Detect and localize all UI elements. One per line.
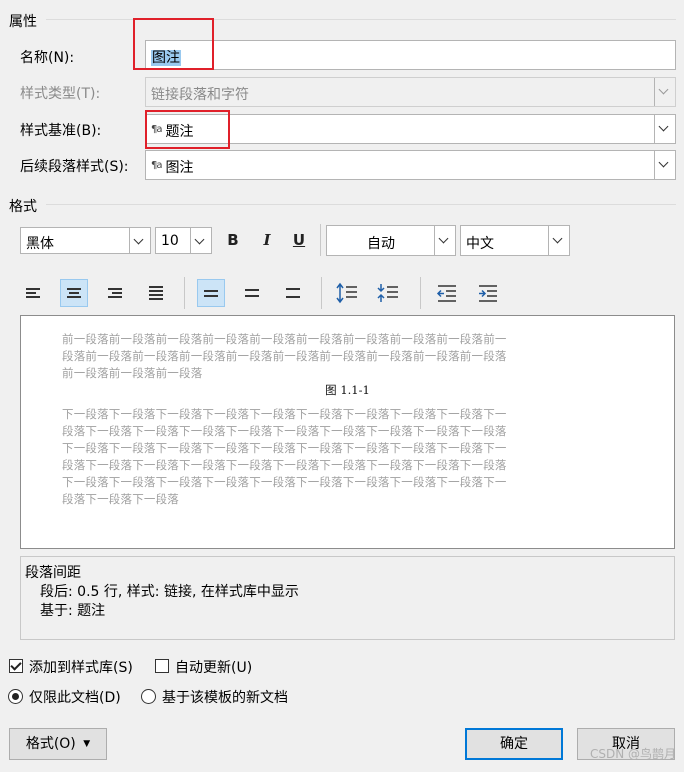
toolbar-separator: [184, 277, 185, 309]
align-center-button[interactable]: [60, 279, 88, 307]
caret-down-icon: ▼: [83, 739, 91, 749]
decrease-para-spacing-icon[interactable]: [374, 279, 402, 307]
format-divider: [46, 204, 676, 205]
name-input[interactable]: 图注: [145, 40, 676, 70]
italic-button[interactable]: I: [254, 227, 280, 253]
preview-previous-line: 段落前一段落前一段落前一段落前一段落前一段落前一段落前一段落前一段落前一段落: [62, 349, 507, 363]
one-half-spacing-button[interactable]: [238, 279, 266, 307]
style-type-label: 样式类型(T):: [20, 86, 101, 102]
preview-next-line: 下一段落下一段落下一段落下一段落下一段落下一段落下一段落下一段落下一段落下一: [62, 475, 507, 489]
double-spacing-button[interactable]: [279, 279, 307, 307]
font-color-dropdown-button[interactable]: [434, 226, 455, 255]
paragraph-style-icon: ¶a: [151, 160, 162, 171]
preview-next-line: 下一段落下一段落下一段落下一段落下一段落下一段落下一段落下一段落下一段落下一: [62, 441, 507, 455]
chevron-down-icon: [194, 234, 205, 245]
watermark-text: CSDN @鸟鹊月: [589, 747, 676, 761]
properties-divider: [46, 19, 676, 20]
next-style-select[interactable]: ¶a 图注: [145, 150, 676, 180]
align-left-button[interactable]: [19, 279, 47, 307]
style-based-select[interactable]: ¶a 题注: [145, 114, 676, 144]
ok-button[interactable]: 确定: [465, 728, 563, 760]
justify-button[interactable]: [142, 279, 170, 307]
font-color-value: 自动: [367, 236, 395, 252]
style-type-select: 链接段落和字符: [145, 77, 676, 107]
add-to-gallery-checkbox[interactable]: [9, 659, 23, 673]
next-style-dropdown-button[interactable]: [654, 151, 675, 179]
chevron-down-icon: [438, 233, 449, 244]
preview-previous-line: 前一段落前一段落前一段落: [62, 366, 203, 380]
description-based-on: 基于: 题注: [40, 603, 106, 619]
new-docs-template-radio[interactable]: [141, 689, 156, 704]
style-description-box: 段落间距 段后: 0.5 行, 样式: 链接, 在样式库中显示 基于: 题注: [20, 556, 675, 640]
format-menu-label: 格式(O): [25, 736, 76, 752]
chevron-down-icon: [552, 233, 563, 244]
font-value: 黑体: [26, 236, 54, 252]
increase-para-spacing-icon[interactable]: [333, 279, 361, 307]
auto-update-label[interactable]: 自动更新(U): [175, 657, 252, 677]
preview-sample-text: 图 1.1-1: [325, 383, 370, 397]
preview-next-line: 下一段落下一段落下一段落下一段落下一段落下一段落下一段落下一段落下一段落下一: [62, 407, 507, 421]
properties-section-title: 属性: [9, 14, 37, 30]
this-doc-only-radio[interactable]: [8, 689, 23, 704]
preview-next-line: 段落下一段落下一段落下一段落下一段落下一段落下一段落下一段落下一段落下一段落: [62, 424, 507, 438]
font-size-value: 10: [161, 233, 179, 249]
underline-button[interactable]: U: [286, 227, 312, 253]
script-dropdown-button[interactable]: [548, 226, 569, 255]
style-type-value: 链接段落和字符: [151, 87, 249, 103]
increase-indent-icon[interactable]: [474, 279, 502, 307]
format-section-title: 格式: [9, 199, 37, 215]
style-based-value: 题注: [165, 124, 194, 140]
font-dropdown-button[interactable]: [129, 228, 150, 253]
decrease-indent-icon[interactable]: [433, 279, 461, 307]
font-size-dropdown-button[interactable]: [190, 228, 211, 253]
toolbar-separator: [420, 277, 421, 309]
style-preview-pane: 前一段落前一段落前一段落前一段落前一段落前一段落前一段落前一段落前一段落前一 段…: [20, 315, 675, 549]
preview-next-line: 段落下一段落下一段落: [62, 492, 179, 506]
preview-previous-line: 前一段落前一段落前一段落前一段落前一段落前一段落前一段落前一段落前一段落前一: [62, 332, 507, 346]
bold-button[interactable]: B: [220, 227, 246, 253]
style-based-label: 样式基准(B):: [20, 123, 102, 139]
add-to-gallery-label[interactable]: 添加到样式库(S): [29, 657, 133, 677]
description-heading: 段落间距: [25, 565, 81, 581]
font-select[interactable]: 黑体: [20, 227, 151, 254]
style-type-dropdown-button: [654, 78, 675, 106]
next-style-value: 图注: [165, 160, 194, 176]
auto-update-checkbox[interactable]: [155, 659, 169, 673]
single-spacing-button[interactable]: [197, 279, 225, 307]
next-style-label: 后续段落样式(S):: [20, 159, 129, 175]
chevron-down-icon: [658, 121, 669, 132]
toolbar-separator: [320, 224, 321, 256]
paragraph-style-icon: ¶a: [151, 124, 162, 135]
chevron-down-icon: [133, 234, 144, 245]
name-label: 名称(N):: [20, 50, 75, 66]
this-doc-only-label[interactable]: 仅限此文档(D): [29, 687, 121, 707]
chevron-down-icon: [658, 84, 669, 95]
new-docs-template-label[interactable]: 基于该模板的新文档: [162, 687, 288, 707]
chevron-down-icon: [658, 157, 669, 168]
font-color-select[interactable]: 自动: [326, 225, 456, 256]
align-right-button[interactable]: [101, 279, 129, 307]
description-spacing: 段后: 0.5 行, 样式: 链接, 在样式库中显示: [40, 584, 299, 600]
font-size-select[interactable]: 10: [155, 227, 212, 254]
toolbar-separator: [321, 277, 322, 309]
format-menu-button[interactable]: 格式(O) ▼: [9, 728, 107, 760]
style-based-dropdown-button[interactable]: [654, 115, 675, 143]
name-value: 图注: [151, 50, 181, 66]
script-select[interactable]: 中文: [460, 225, 570, 256]
preview-next-line: 段落下一段落下一段落下一段落下一段落下一段落下一段落下一段落下一段落下一段落: [62, 458, 507, 472]
script-value: 中文: [466, 236, 494, 252]
